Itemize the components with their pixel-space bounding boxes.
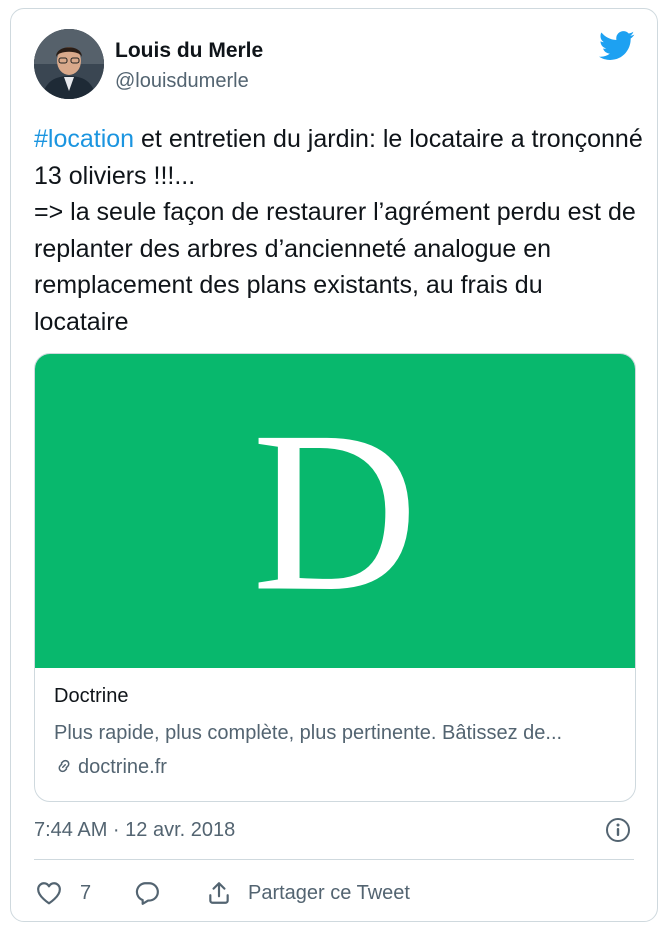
twitter-bird-icon[interactable] [599, 31, 635, 61]
card-title: Doctrine [54, 685, 129, 707]
logo-letter: D [252, 384, 418, 639]
author-handle[interactable]: @louisdumerle [115, 70, 249, 93]
reply-button[interactable] [134, 875, 160, 911]
like-count: 7 [80, 881, 92, 904]
heart-icon [37, 882, 61, 905]
share-icon [209, 882, 229, 904]
author-name[interactable]: Louis du Merle [115, 39, 263, 63]
link-card[interactable]: D Doctrine Plus rapide, plus complète, p… [34, 353, 636, 802]
doctrine-logo: D [252, 384, 418, 639]
tweet-timestamp[interactable]: 7:44 AM · 12 avr. 2018 [34, 819, 235, 842]
share-label[interactable]: Partager ce Tweet [248, 882, 410, 905]
like-button[interactable]: 7 [36, 875, 91, 911]
card-domain-text[interactable]: doctrine.fr [78, 756, 167, 778]
link-icon [58, 759, 70, 773]
card-image[interactable]: D [35, 354, 635, 668]
divider [34, 859, 634, 860]
tweet-body: et entretien du jardin: le locataire a t… [34, 125, 643, 336]
card-description: Plus rapide, plus complète, plus pertine… [54, 722, 563, 744]
action-bar: 7 Partager ce Tweet [34, 875, 634, 911]
avatar-photo [34, 29, 104, 99]
tweet-text: #location et entretien du jardin: le loc… [34, 121, 644, 340]
hashtag-link[interactable]: #location [34, 125, 134, 153]
card-domain[interactable]: doctrine.fr [54, 756, 167, 779]
reply-icon [135, 882, 159, 905]
share-button[interactable]: Partager ce Tweet [206, 875, 410, 911]
avatar[interactable] [34, 29, 104, 99]
tweet-card[interactable]: Louis du Merle @louisdumerle #location e… [10, 8, 658, 922]
info-icon[interactable] [605, 817, 631, 843]
